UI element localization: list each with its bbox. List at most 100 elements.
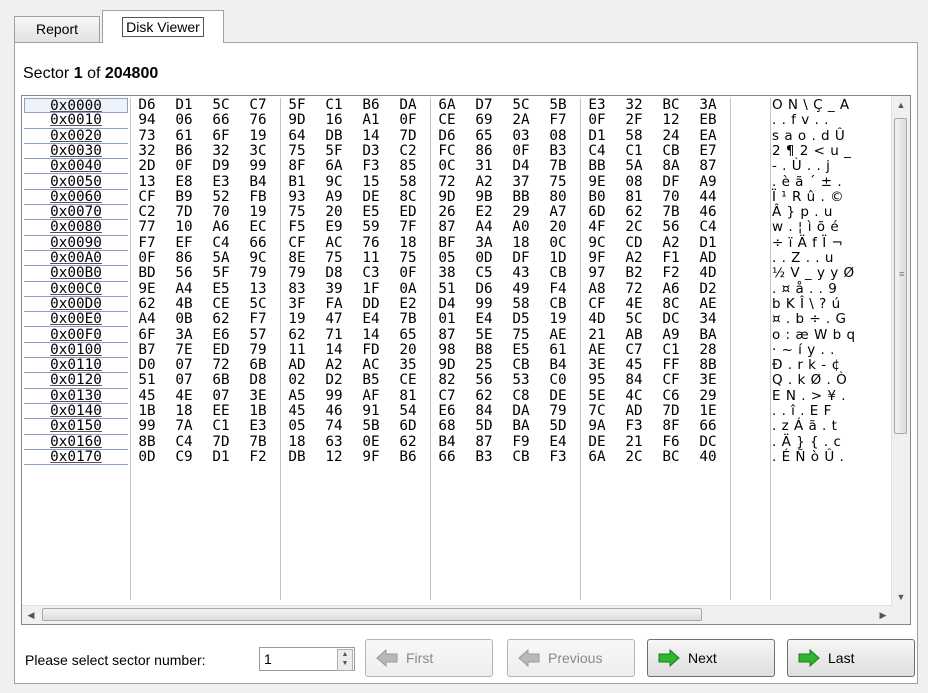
hex-byte[interactable]: E3 [582, 98, 612, 113]
hex-byte[interactable]: 6B [206, 373, 236, 389]
hex-byte[interactable]: 56 [656, 220, 686, 236]
hex-byte[interactable]: 9B [469, 189, 499, 205]
hex-byte[interactable]: CB [543, 265, 573, 281]
hex-byte[interactable]: CE [206, 296, 236, 312]
hex-byte[interactable]: 75 [282, 143, 312, 159]
hex-byte[interactable]: C1 [619, 143, 649, 159]
ascii-cell[interactable]: ÷ ï Ä f Ï ¬ [772, 235, 890, 251]
hex-byte[interactable]: BB [506, 189, 536, 205]
hex-byte[interactable]: 4D [693, 265, 723, 281]
hex-byte[interactable]: 57 [243, 327, 273, 343]
row-address[interactable]: 0x0010 [24, 112, 128, 129]
hex-byte[interactable]: CF [582, 296, 612, 312]
hex-byte[interactable]: 5B [356, 418, 386, 434]
hex-byte[interactable]: 77 [132, 220, 162, 236]
hex-byte[interactable]: E4 [543, 434, 573, 450]
hex-byte[interactable]: 62 [282, 327, 312, 343]
hex-byte[interactable]: B4 [243, 174, 273, 190]
hex-byte[interactable]: 32 [206, 143, 236, 159]
hex-byte[interactable]: 59 [356, 220, 386, 236]
hex-byte[interactable]: C1 [206, 418, 236, 434]
ascii-cell[interactable]: s a o . d Û [772, 128, 890, 144]
hex-byte[interactable]: BD [132, 265, 162, 281]
hex-byte[interactable]: ED [393, 204, 423, 220]
hex-byte[interactable]: 69 [469, 112, 499, 128]
hex-byte[interactable]: 03 [506, 128, 536, 144]
ascii-cell[interactable]: . z Á ã . t [772, 418, 890, 434]
hex-byte[interactable]: A2 [469, 174, 499, 190]
hex-byte[interactable]: 98 [432, 342, 462, 358]
hex-byte[interactable]: B3 [469, 449, 499, 465]
hex-byte[interactable]: 46 [693, 204, 723, 220]
hex-byte[interactable]: 1E [693, 403, 723, 419]
hex-byte[interactable]: 70 [656, 189, 686, 205]
hex-byte[interactable]: 75 [393, 250, 423, 266]
hex-byte[interactable]: 62 [393, 434, 423, 450]
hex-byte[interactable]: 76 [243, 112, 273, 128]
hex-byte[interactable]: AD [282, 357, 312, 373]
ascii-cell[interactable]: E N . > ¥ . [772, 388, 890, 404]
hex-byte[interactable]: F3 [619, 418, 649, 434]
hex-byte[interactable]: 79 [243, 342, 273, 358]
hex-byte[interactable]: 76 [356, 235, 386, 251]
hex-byte[interactable]: 0F [506, 143, 536, 159]
hex-byte[interactable]: C3 [356, 265, 386, 281]
hex-byte[interactable]: 28 [693, 342, 723, 358]
hex-byte[interactable]: FF [656, 357, 686, 373]
hex-byte[interactable]: 07 [206, 388, 236, 404]
hex-byte[interactable]: A8 [582, 281, 612, 297]
hex-byte[interactable]: E6 [206, 327, 236, 343]
hex-byte[interactable]: 46 [319, 403, 349, 419]
hex-byte[interactable]: E2 [469, 204, 499, 220]
hex-byte[interactable]: 66 [206, 112, 236, 128]
hex-byte[interactable]: AD [693, 250, 723, 266]
row-address[interactable]: 0x0040 [24, 158, 128, 175]
row-address[interactable]: 0x0150 [24, 418, 128, 435]
hex-byte[interactable]: D6 [432, 128, 462, 144]
hex-byte[interactable]: C4 [693, 220, 723, 236]
hex-byte[interactable]: AC [356, 357, 386, 373]
hex-byte[interactable]: 62 [469, 388, 499, 404]
hex-byte[interactable]: C4 [206, 235, 236, 251]
hex-byte[interactable]: 8B [693, 357, 723, 373]
hex-byte[interactable]: 2D [132, 158, 162, 174]
hex-byte[interactable]: 0B [169, 311, 199, 327]
hex-byte[interactable]: 4C [619, 388, 649, 404]
hex-byte[interactable]: 81 [619, 189, 649, 205]
hex-byte[interactable]: 9D [432, 189, 462, 205]
scroll-left-icon[interactable]: ◀ [22, 606, 40, 624]
hex-byte[interactable]: 32 [132, 143, 162, 159]
hex-byte[interactable]: C1 [656, 342, 686, 358]
hex-byte[interactable]: 07 [169, 357, 199, 373]
hex-byte[interactable]: 6B [243, 357, 273, 373]
ascii-cell[interactable]: - . Ù . . j [772, 158, 890, 174]
hex-byte[interactable]: 6A [582, 449, 612, 465]
hex-byte[interactable]: 8C [393, 189, 423, 205]
hex-byte[interactable]: 3E [243, 388, 273, 404]
row-address[interactable]: 0x0050 [24, 174, 128, 190]
row-address[interactable]: 0x0000 [24, 98, 128, 114]
hex-byte[interactable]: D1 [693, 235, 723, 251]
hex-byte[interactable]: BF [432, 235, 462, 251]
hex-byte[interactable]: CB [656, 143, 686, 159]
hex-byte[interactable]: 8B [132, 434, 162, 450]
hex-byte[interactable]: 6D [393, 418, 423, 434]
hex-byte[interactable]: E5 [206, 281, 236, 297]
hex-byte[interactable]: 6F [132, 327, 162, 343]
hex-byte[interactable]: EB [693, 112, 723, 128]
hex-byte[interactable]: DF [506, 250, 536, 266]
hex-byte[interactable]: D2 [319, 373, 349, 389]
hex-byte[interactable]: 6A [319, 158, 349, 174]
hex-byte[interactable]: 72 [619, 281, 649, 297]
hex-byte[interactable]: 1B [132, 403, 162, 419]
hex-byte[interactable]: A9 [693, 174, 723, 190]
hex-byte[interactable]: 8A [656, 158, 686, 174]
horizontal-scrollbar[interactable]: ◀ ▶ [22, 605, 892, 624]
ascii-cell[interactable]: Ï ¹ R û . © [772, 189, 890, 205]
row-address[interactable]: 0x0070 [24, 204, 128, 221]
hex-byte[interactable]: 45 [619, 357, 649, 373]
hex-byte[interactable]: E3 [206, 174, 236, 190]
hex-byte[interactable]: 4E [169, 388, 199, 404]
hex-byte[interactable]: 29 [693, 388, 723, 404]
hex-byte[interactable]: A1 [356, 112, 386, 128]
